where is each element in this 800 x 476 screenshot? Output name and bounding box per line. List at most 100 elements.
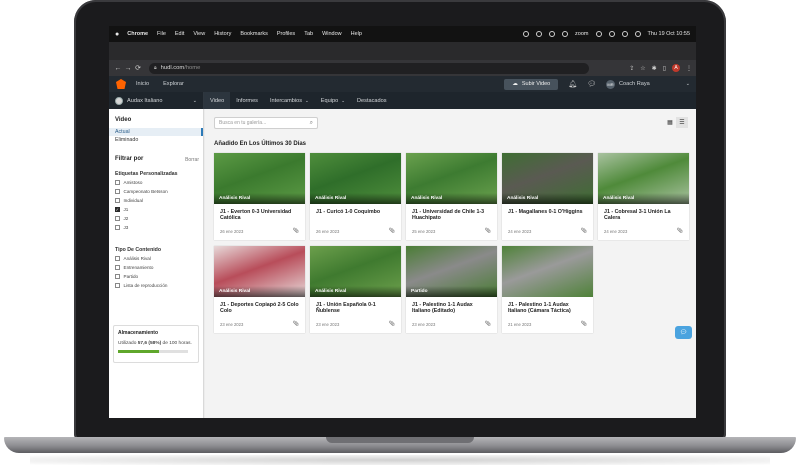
video-thumbnail[interactable]: Análisis Rival bbox=[406, 153, 497, 204]
video-title[interactable]: J1 - Palestino 1-1 Audax Italiano (Cámar… bbox=[508, 302, 588, 315]
filter-checkbox-j1[interactable]: ✓ J1 bbox=[115, 207, 128, 212]
status-icon[interactable] bbox=[523, 31, 530, 37]
video-title[interactable]: J1 - Unión Española 0-1 Ñublense bbox=[316, 302, 396, 315]
menu-help[interactable]: Help bbox=[351, 31, 362, 37]
status-icon[interactable] bbox=[562, 31, 569, 37]
tab-informes[interactable]: Informes bbox=[230, 92, 264, 109]
checkbox[interactable] bbox=[115, 256, 120, 261]
checkbox-checked[interactable]: ✓ bbox=[115, 207, 120, 212]
bell-icon[interactable]: 🔔︎ bbox=[568, 80, 577, 88]
video-card[interactable]: J1 - Palestino 1-1 Audax Italiano (Cámar… bbox=[502, 246, 593, 333]
filter-checkbox-lista-reproduccion[interactable]: Lista de reproducción bbox=[115, 283, 167, 288]
wifi-icon[interactable] bbox=[608, 31, 615, 37]
filter-checkbox-individual[interactable]: Individual bbox=[115, 198, 143, 203]
nav-link-explorar[interactable]: Explorar bbox=[163, 81, 184, 87]
library-search-input[interactable]: Busca en tu galería... ⌕ bbox=[214, 117, 318, 129]
video-title[interactable]: J1 - Cobresal 3-1 Unión La Calera bbox=[604, 209, 684, 222]
video-thumbnail[interactable]: Análisis Rival bbox=[214, 246, 305, 297]
zoom-menu-label[interactable]: zoom bbox=[575, 31, 588, 37]
nav-link-inicio[interactable]: Inicio bbox=[136, 81, 149, 87]
video-card[interactable]: Análisis Rival J1 - Unión Española 0-1 Ñu… bbox=[310, 246, 401, 333]
chevron-down-icon[interactable]: ⌄ bbox=[686, 81, 690, 87]
filter-checkbox-j2[interactable]: J2 bbox=[115, 216, 128, 221]
tab-destacados[interactable]: Destacados bbox=[351, 92, 393, 109]
tab-equipo[interactable]: Equipo ⌄ bbox=[315, 92, 351, 109]
user-name[interactable]: Coach Raya bbox=[619, 81, 650, 87]
menu-profiles[interactable]: Profiles bbox=[277, 31, 295, 37]
reload-icon[interactable]: ⟳ bbox=[133, 64, 143, 72]
video-title[interactable]: J1 - Curicó 1-0 Coquimbo bbox=[316, 209, 396, 215]
sidebar-item-actual[interactable]: Actual bbox=[109, 128, 203, 136]
video-card[interactable]: Partido J1 - Palestino 1-1 Audax Italiano… bbox=[406, 246, 497, 333]
checkbox[interactable] bbox=[115, 216, 120, 221]
video-thumbnail[interactable] bbox=[502, 246, 593, 297]
checkbox[interactable] bbox=[115, 274, 120, 279]
menu-window[interactable]: Window bbox=[322, 31, 342, 37]
video-card[interactable]: Análisis Rival J1 - Deportes Copiapó 2-5 … bbox=[214, 246, 305, 333]
video-title[interactable]: J1 - Universidad de Chile 1-3 Huachipato bbox=[412, 209, 492, 222]
checkbox[interactable] bbox=[115, 180, 120, 185]
list-icon[interactable]: ☰ bbox=[676, 117, 688, 128]
chat-icon[interactable]: 💬︎ bbox=[675, 326, 692, 339]
filter-checkbox-partido[interactable]: Partido bbox=[115, 274, 138, 279]
apple-icon[interactable]: ● bbox=[115, 31, 119, 38]
control-center-icon[interactable] bbox=[634, 31, 641, 37]
menu-edit[interactable]: Edit bbox=[175, 31, 184, 37]
bookmark-star-icon[interactable]: ☆ bbox=[640, 65, 645, 72]
video-card[interactable]: Análisis Rival J1 - Everton 0-3 Universid… bbox=[214, 153, 305, 240]
menu-chrome[interactable]: Chrome bbox=[127, 31, 148, 37]
checkbox[interactable] bbox=[115, 198, 120, 203]
video-card[interactable]: Análisis Rival J1 - Cobresal 3-1 Unión La… bbox=[598, 153, 689, 240]
checkbox[interactable] bbox=[115, 283, 120, 288]
upload-video-button[interactable]: ☁ Subir Video bbox=[504, 78, 559, 90]
filter-checkbox-entrenamiento[interactable]: Entrenamiento bbox=[115, 265, 153, 270]
filter-checkbox-amistoso[interactable]: Amistoso bbox=[115, 180, 142, 185]
menu-tab[interactable]: Tab bbox=[304, 31, 313, 37]
filter-checkbox-campeonato-betsson[interactable]: Campeonato Betsson bbox=[115, 189, 168, 194]
checkbox[interactable] bbox=[115, 189, 120, 194]
status-icon[interactable] bbox=[536, 31, 543, 37]
menu-view[interactable]: View bbox=[193, 31, 205, 37]
clear-filters-button[interactable]: Borrar bbox=[185, 157, 199, 163]
battery-icon[interactable] bbox=[621, 31, 628, 37]
filter-checkbox-j3[interactable]: J3 bbox=[115, 225, 128, 230]
video-title[interactable]: J1 - Deportes Copiapó 2-5 Colo Colo bbox=[220, 302, 300, 315]
menu-history[interactable]: History bbox=[214, 31, 231, 37]
video-title[interactable]: J1 - Palestino 1-1 Audax Italiano (Edita… bbox=[412, 302, 492, 315]
video-thumbnail[interactable]: Análisis Rival bbox=[598, 153, 689, 204]
back-icon[interactable]: ← bbox=[113, 65, 123, 72]
video-thumbnail[interactable]: Análisis Rival bbox=[310, 153, 401, 204]
address-bar[interactable]: 🔒︎ hudl.com/home bbox=[149, 62, 589, 74]
tab-intercambios[interactable]: Intercambios ⌄ bbox=[264, 92, 315, 109]
video-title[interactable]: J1 - Magallanes 0-1 O'Higgins bbox=[508, 209, 588, 215]
forward-icon[interactable]: → bbox=[123, 65, 133, 72]
video-thumbnail[interactable]: Análisis Rival bbox=[310, 246, 401, 297]
menu-file[interactable]: File bbox=[157, 31, 166, 37]
menu-bookmarks[interactable]: Bookmarks bbox=[240, 31, 268, 37]
search-icon[interactable]: ⌕ bbox=[310, 120, 313, 127]
checkbox[interactable] bbox=[115, 265, 120, 270]
user-avatar[interactable]: MR bbox=[606, 79, 615, 89]
share-icon[interactable]: ⇪ bbox=[629, 65, 634, 72]
sidebar-item-eliminado[interactable]: Eliminado bbox=[115, 137, 138, 143]
status-icon[interactable] bbox=[595, 31, 602, 37]
profile-avatar[interactable]: A bbox=[672, 64, 680, 72]
video-card[interactable]: Análisis Rival J1 - Universidad de Chile … bbox=[406, 153, 497, 240]
hudl-logo[interactable] bbox=[116, 79, 126, 89]
grid-icon[interactable]: ▦ bbox=[664, 117, 676, 128]
video-title[interactable]: J1 - Everton 0-3 Universidad Católica bbox=[220, 209, 300, 222]
video-thumbnail[interactable]: Análisis Rival bbox=[502, 153, 593, 204]
status-icon[interactable] bbox=[549, 31, 556, 37]
messages-icon[interactable]: 💬︎ bbox=[587, 80, 596, 88]
checkbox[interactable] bbox=[115, 225, 120, 230]
menubar-clock[interactable]: Thu 19 Oct 10:55 bbox=[648, 31, 691, 37]
sidepanel-icon[interactable]: ▯ bbox=[663, 65, 666, 72]
team-selector[interactable]: Audax Italiano ⌄ bbox=[109, 92, 204, 109]
video-thumbnail[interactable]: Partido bbox=[406, 246, 497, 297]
video-thumbnail[interactable]: Análisis Rival bbox=[214, 153, 305, 204]
filter-checkbox-analisis-rival[interactable]: Análisis Rival bbox=[115, 256, 151, 261]
video-card[interactable]: Análisis Rival J1 - Magallanes 0-1 O'Higg… bbox=[502, 153, 593, 240]
tab-video[interactable]: Video bbox=[204, 92, 231, 109]
browser-menu-icon[interactable]: ⋮ bbox=[686, 65, 692, 72]
video-card[interactable]: Análisis Rival J1 - Curicó 1-0 Coquimbo 26… bbox=[310, 153, 401, 240]
